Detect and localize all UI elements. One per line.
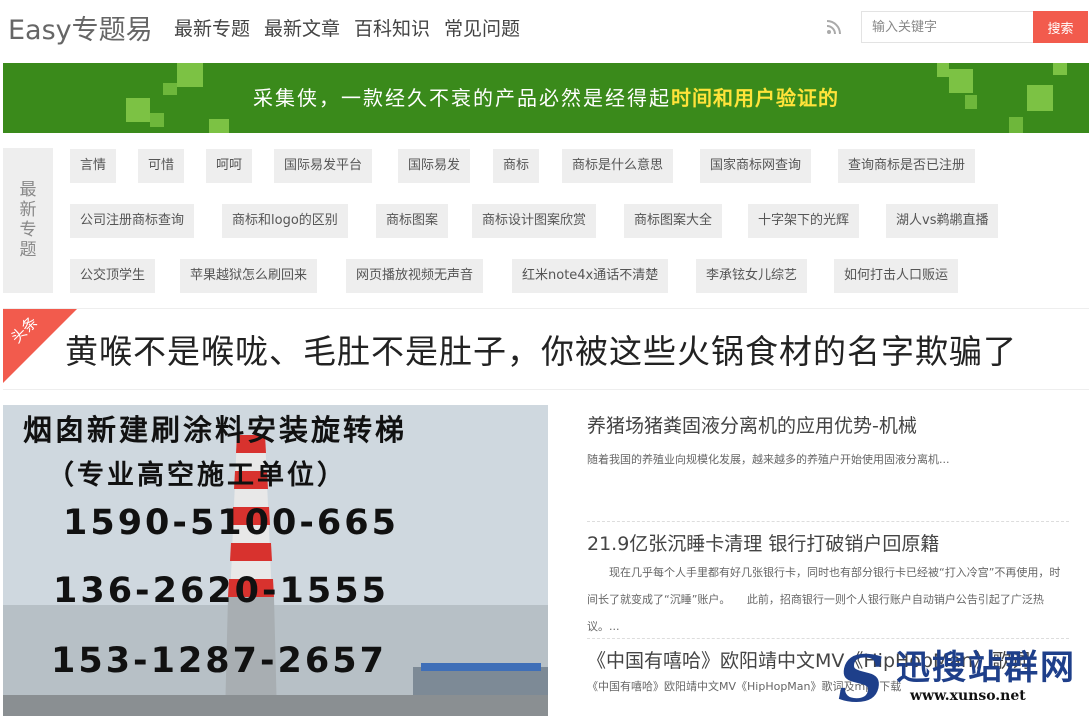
topic-tag[interactable]: 李承铉女儿综艺 [696,259,808,293]
search-button[interactable]: 搜索 [1033,11,1088,43]
nav-latest-topics[interactable]: 最新专题 [174,14,250,41]
headline-bar[interactable]: 头条 黄喉不是喉咙、毛肚不是肚子，你被这些火锅食材的名字欺骗了 [3,308,1089,390]
topic-tag[interactable]: 言情 [70,149,117,183]
topics-label-char: 专 [19,220,37,240]
rss-icon[interactable] [826,19,842,35]
nav-faq[interactable]: 常见问题 [444,14,520,41]
topic-tag[interactable]: 国际易发 [398,149,471,183]
topic-tag[interactable]: 商标是什么意思 [562,149,674,183]
topic-tag[interactable]: 国际易发平台 [274,149,373,183]
promo-banner[interactable]: 采集侠，一款经久不衰的产品必然是经得起时间和用户验证的 [3,63,1089,133]
topic-tag[interactable]: 网页播放视频无声音 [346,259,484,293]
banner-text: 采集侠，一款经久不衰的产品必然是经得起时间和用户验证的 [3,63,1089,133]
topic-tag[interactable]: 公司注册商标查询 [70,204,195,238]
site-watermark: S 迅搜站群网 www.xunso.net [838,636,1089,716]
article-item: 21.9亿张沉睡卡清理 银行打破销户回原籍 现在几乎每个人手里都有好几张银行卡，… [587,529,1069,640]
topics-label: 最 新 专 题 [3,148,53,293]
article-title[interactable]: 21.9亿张沉睡卡清理 银行打破销户回原籍 [587,529,1069,556]
topic-tag[interactable]: 十字架下的光辉 [748,204,860,238]
topic-tag[interactable]: 红米note4x通话不清楚 [512,259,669,293]
site-logo[interactable]: Easy专题易 [8,8,153,47]
watermark-url: www.xunso.net [910,688,1026,704]
topic-tag[interactable]: 苹果越狱怎么刷回来 [180,259,318,293]
feature-line: （专业高空施工单位） [47,460,347,491]
headline-title[interactable]: 黄喉不是喉咙、毛肚不是肚子，你被这些火锅食材的名字欺骗了 [65,325,1017,373]
latest-topics-panel: 最 新 专 题 言情 可惜 呵呵 国际易发平台 国际易发 商标 商标是什么意思 … [3,148,1089,296]
topic-tag[interactable]: 如何打击人口贩运 [834,259,959,293]
topic-tag[interactable]: 商标 [493,149,540,183]
banner-main-text: 采集侠，一款经久不衰的产品必然是经得起 [253,86,671,110]
topic-tag[interactable]: 呵呵 [206,149,253,183]
article-divider [587,521,1069,522]
topics-label-char: 题 [19,240,37,260]
watermark-text: 迅搜站群网 [896,648,1076,688]
site-header: Easy专题易 最新专题 最新文章 百科知识 常见问题 搜索 [0,0,1089,56]
topic-tag[interactable]: 国家商标网查询 [700,149,812,183]
topics-label-char: 最 [19,180,37,200]
topic-tag[interactable]: 可惜 [138,149,185,183]
featured-image[interactable]: 烟囱新建刷涂料安装旋转梯 （专业高空施工单位） 1590-5100-665 13… [3,405,548,716]
search-input[interactable] [861,11,1033,43]
banner-highlight-text: 时间和用户验证的 [671,86,839,110]
nav-latest-articles[interactable]: 最新文章 [264,14,340,41]
nav-encyclopedia[interactable]: 百科知识 [354,14,430,41]
topic-tag[interactable]: 商标图案大全 [624,204,723,238]
feature-line: 烟囱新建刷涂料安装旋转梯 [23,413,408,447]
article-item: 养猪场猪粪固液分离机的应用优势-机械 随着我国的养殖业向规模化发展，越来越多的养… [587,411,1069,473]
topic-tag[interactable]: 湖人vs鹈鹕直播 [886,204,999,238]
feature-phone: 1590-5100-665 [63,503,399,543]
main-nav: 最新专题 最新文章 百科知识 常见问题 [174,14,520,41]
topic-tag[interactable]: 商标设计图案欣赏 [472,204,597,238]
topic-tag[interactable]: 公交顶学生 [70,259,156,293]
topics-label-char: 新 [19,200,37,220]
topic-tag[interactable]: 查询商标是否已注册 [838,149,976,183]
article-summary: 现在几乎每个人手里都有好几张银行卡，同时也有部分银行卡已经被“打入冷宫”不再使用… [587,566,1061,633]
article-summary: 随着我国的养殖业向规模化发展，越来越多的养殖户开始使用固液分离机... [587,453,950,466]
feature-phone: 136-2620-1555 [53,571,389,611]
article-title[interactable]: 养猪场猪粪固液分离机的应用优势-机械 [587,411,1069,438]
topic-tag[interactable]: 商标图案 [376,204,449,238]
feature-phone: 153-1287-2657 [51,641,387,681]
topic-tag[interactable]: 商标和logo的区别 [222,204,348,238]
watermark-logo-icon: S [838,642,885,716]
